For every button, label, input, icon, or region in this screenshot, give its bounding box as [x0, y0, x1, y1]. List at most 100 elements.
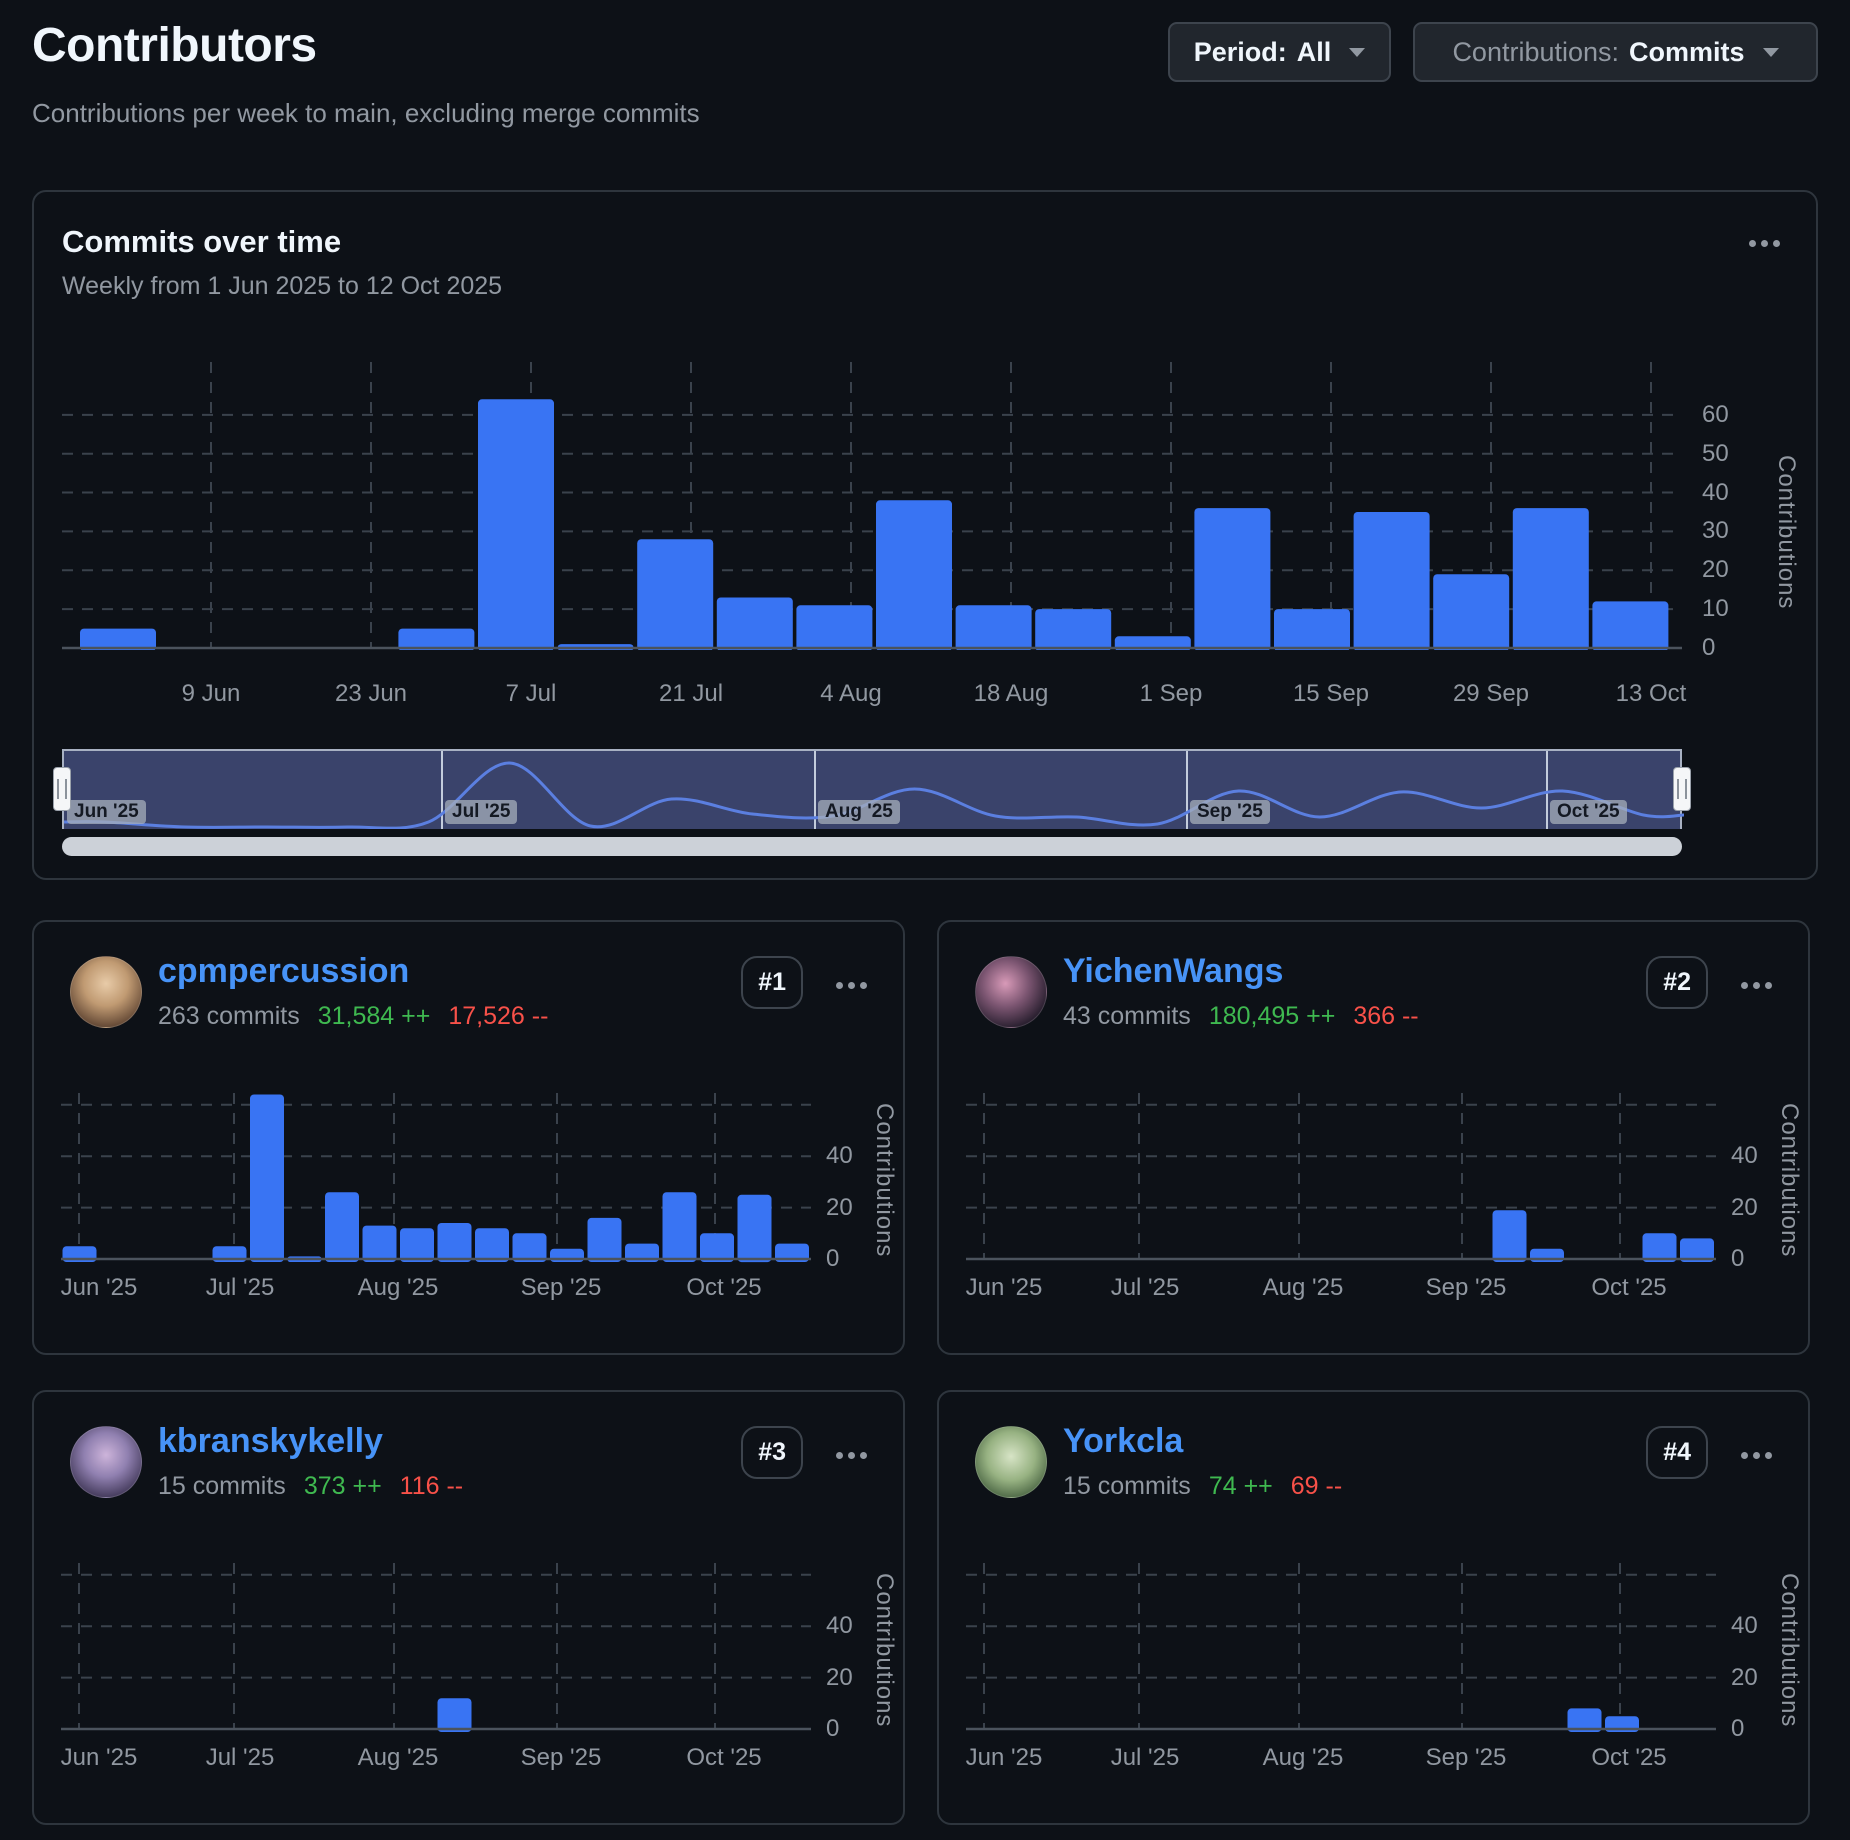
commits-bar-chart[interactable]	[62, 358, 1682, 650]
y-tick-label: 0	[826, 1245, 839, 1273]
contributor-card-1: cpmpercussion 263 commits 31,584 ++ 17,5…	[32, 920, 905, 1355]
y-tick-label: 0	[826, 1715, 839, 1743]
y-tick-label: 0	[1702, 634, 1715, 662]
y-tick-label: 30	[1702, 517, 1729, 545]
x-tick-label: 29 Sep	[1453, 680, 1529, 708]
x-tick-label: Sep '25	[1426, 1744, 1507, 1772]
contributor-bar-chart[interactable]	[61, 1555, 811, 1735]
y-axis-title: Contributions	[870, 1570, 898, 1730]
y-axis-title: Contributions	[870, 1100, 898, 1260]
x-tick-label: Oct '25	[686, 1274, 761, 1302]
x-axis-tick-labels: 9 Jun23 Jun7 Jul21 Jul4 Aug18 Aug1 Sep15…	[62, 680, 1682, 710]
contributor-card-2: YichenWangs 43 commits 180,495 ++ 366 --…	[937, 920, 1810, 1355]
contributions-dropdown-value: Commits	[1629, 37, 1745, 68]
avatar[interactable]	[975, 956, 1047, 1028]
y-tick-label: 20	[826, 1664, 853, 1692]
x-tick-label: Oct '25	[686, 1744, 761, 1772]
deletions-count: 69 --	[1291, 1472, 1342, 1501]
commit-count: 263 commits	[158, 1002, 300, 1031]
y-tick-label: 40	[826, 1142, 853, 1170]
page-title: Contributors	[32, 18, 317, 73]
x-tick-label: Jul '25	[1111, 1744, 1180, 1772]
x-tick-label: 7 Jul	[506, 680, 557, 708]
chevron-down-icon	[1763, 48, 1779, 57]
kebab-menu-icon[interactable]	[1741, 1452, 1772, 1459]
kebab-menu-icon[interactable]	[1749, 240, 1780, 247]
contributor-stats: 15 commits 74 ++ 69 --	[1063, 1472, 1342, 1501]
additions-count: 74 ++	[1209, 1472, 1273, 1501]
x-tick-label: Oct '25	[1591, 1274, 1666, 1302]
brush-scrollbar[interactable]	[62, 837, 1682, 856]
contributor-username[interactable]: YichenWangs	[1063, 952, 1283, 991]
chevron-down-icon	[1349, 48, 1365, 57]
x-tick-label: Aug '25	[358, 1274, 439, 1302]
x-tick-label: 18 Aug	[974, 680, 1049, 708]
x-tick-label: Jun '25	[61, 1274, 138, 1302]
y-tick-label: 20	[1731, 1664, 1758, 1692]
x-tick-label: 13 Oct	[1616, 680, 1687, 708]
kebab-menu-icon[interactable]	[836, 1452, 867, 1459]
x-tick-label: Jul '25	[206, 1274, 275, 1302]
contributor-username[interactable]: kbranskykelly	[158, 1422, 383, 1461]
x-tick-label: Oct '25	[1591, 1744, 1666, 1772]
y-tick-label: 40	[1731, 1612, 1758, 1640]
kebab-menu-icon[interactable]	[836, 982, 867, 989]
avatar[interactable]	[70, 956, 142, 1028]
y-tick-label: 40	[1731, 1142, 1758, 1170]
kebab-menu-icon[interactable]	[1741, 982, 1772, 989]
period-dropdown-value: All	[1297, 37, 1332, 68]
x-tick-label: 21 Jul	[659, 680, 723, 708]
avatar[interactable]	[975, 1426, 1047, 1498]
x-tick-label: Jun '25	[966, 1274, 1043, 1302]
chart-subtitle: Weekly from 1 Jun 2025 to 12 Oct 2025	[62, 272, 502, 301]
additions-count: 31,584 ++	[318, 1002, 431, 1031]
avatar[interactable]	[70, 1426, 142, 1498]
y-tick-label: 40	[1702, 479, 1729, 507]
commit-count: 15 commits	[1063, 1472, 1191, 1501]
brush-right-handle[interactable]	[1673, 767, 1691, 811]
x-tick-label: Jun '25	[61, 1744, 138, 1772]
deletions-count: 366 --	[1353, 1002, 1418, 1031]
x-tick-label: Aug '25	[1263, 1744, 1344, 1772]
x-tick-label: Aug '25	[358, 1744, 439, 1772]
x-tick-label: 9 Jun	[182, 680, 241, 708]
chart-title: Commits over time	[62, 224, 341, 260]
contributor-stats: 15 commits 373 ++ 116 --	[158, 1472, 463, 1501]
x-tick-label: Jun '25	[966, 1744, 1043, 1772]
y-tick-label: 50	[1702, 440, 1729, 468]
rank-badge: #2	[1646, 956, 1708, 1009]
contributor-username[interactable]: Yorkcla	[1063, 1422, 1183, 1461]
additions-count: 180,495 ++	[1209, 1002, 1336, 1031]
contributions-dropdown-label: Contributions:	[1452, 37, 1619, 68]
deletions-count: 116 --	[400, 1472, 463, 1501]
y-axis-title: Contributions	[1775, 1100, 1803, 1260]
commit-count: 15 commits	[158, 1472, 286, 1501]
period-dropdown-label: Period:	[1194, 37, 1287, 68]
x-tick-label: Sep '25	[521, 1744, 602, 1772]
rank-badge: #1	[741, 956, 803, 1009]
brush-month-label: Jul '25	[445, 800, 517, 824]
y-tick-label: 60	[1702, 401, 1729, 429]
brush-month-label: Jun '25	[67, 800, 146, 824]
y-axis-title: Contributions	[1775, 1570, 1803, 1730]
contributor-card-4: Yorkcla 15 commits 74 ++ 69 -- #4 40200 …	[937, 1390, 1810, 1825]
brush-month-label: Aug '25	[818, 800, 900, 824]
y-tick-label: 20	[1731, 1194, 1758, 1222]
contributor-bar-chart[interactable]	[61, 1085, 811, 1265]
period-dropdown[interactable]: Period: All	[1168, 22, 1391, 82]
brush-left-handle[interactable]	[53, 767, 71, 811]
x-axis-tick-labels: Jun '25 Jul '25 Aug '25 Sep '25 Oct '25	[61, 1744, 811, 1774]
y-tick-label: 40	[826, 1612, 853, 1640]
contributions-dropdown[interactable]: Contributions: Commits	[1413, 22, 1818, 82]
page-subtitle: Contributions per week to main, excludin…	[32, 98, 700, 129]
rank-badge: #3	[741, 1426, 803, 1479]
x-tick-label: Jul '25	[206, 1744, 275, 1772]
contributor-username[interactable]: cpmpercussion	[158, 952, 409, 991]
additions-count: 373 ++	[304, 1472, 382, 1501]
y-axis-title: Contributions	[1772, 416, 1800, 648]
rank-badge: #4	[1646, 1426, 1708, 1479]
contributor-bar-chart[interactable]	[966, 1555, 1716, 1735]
date-range-brush[interactable]: Jun '25Jul '25Aug '25Sep '25Oct '25	[62, 749, 1682, 829]
x-tick-label: 4 Aug	[820, 680, 881, 708]
contributor-bar-chart[interactable]	[966, 1085, 1716, 1265]
